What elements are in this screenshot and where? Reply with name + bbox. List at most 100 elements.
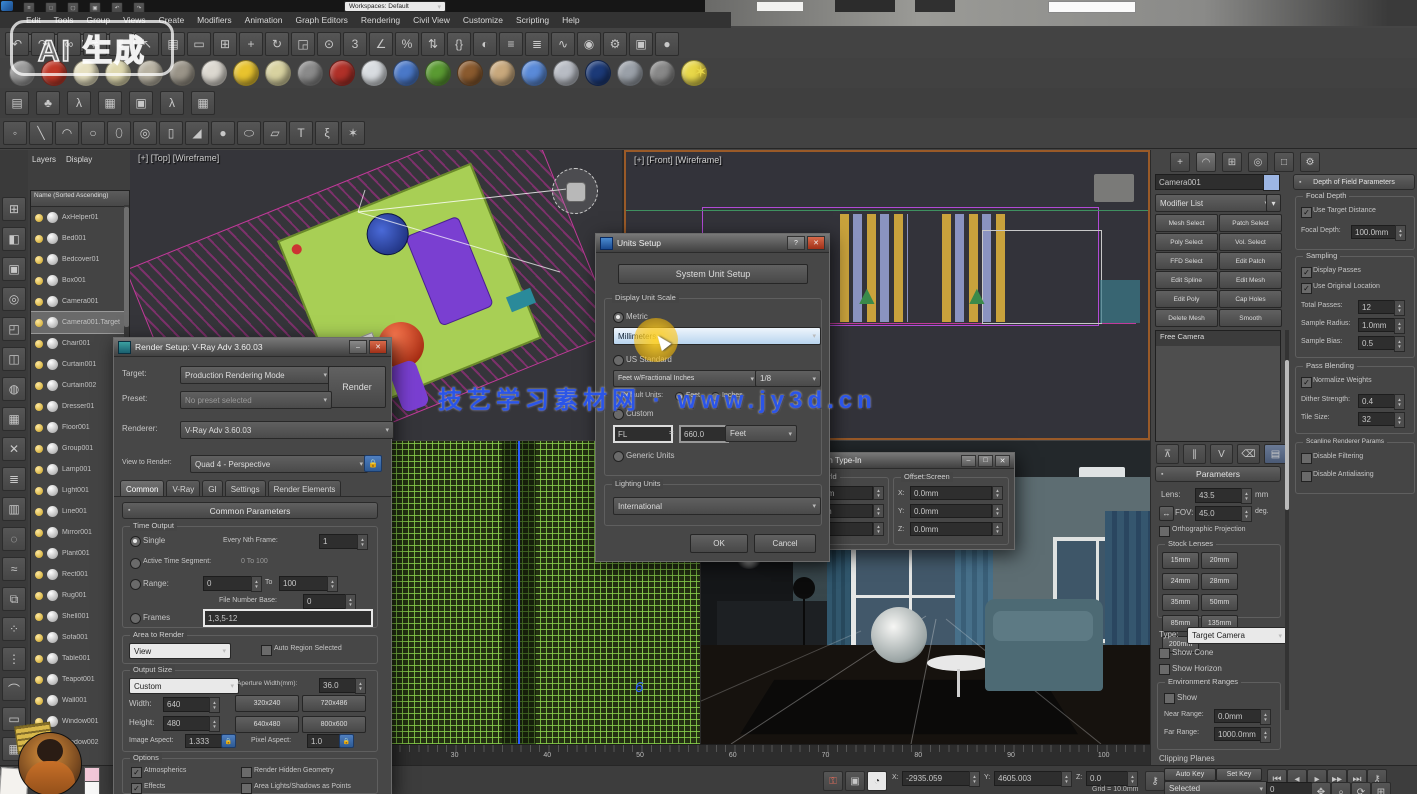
render-button[interactable]: Render — [328, 366, 386, 408]
lighting-units-dropdown[interactable]: International — [613, 497, 821, 515]
every-nth-spinner[interactable] — [357, 534, 368, 550]
visibility-bulb-icon[interactable] — [35, 571, 43, 579]
units-setup-titlebar[interactable]: Units Setup ? ✕ — [596, 234, 829, 253]
axis-spinner[interactable] — [873, 522, 884, 536]
orbit-icon[interactable]: ◎ — [2, 287, 26, 311]
range-from-field[interactable]: 0 — [203, 576, 257, 591]
file-base-field[interactable]: 0 — [303, 594, 351, 609]
spacing-icon[interactable]: ⋮ — [2, 647, 26, 671]
render-setup-icon[interactable]: ⚙ — [603, 32, 627, 56]
visibility-bulb-icon[interactable] — [35, 361, 43, 369]
far-range-field[interactable]: 1000.0mm — [1214, 727, 1266, 741]
visibility-bulb-icon[interactable] — [35, 340, 43, 348]
list-item[interactable]: Bedcover01 — [31, 249, 129, 270]
generic-units-radio[interactable] — [613, 451, 624, 462]
pixel-aspect-lock-icon[interactable]: 🔒 — [339, 734, 354, 748]
units-close-button[interactable]: ✕ — [807, 236, 825, 250]
render-hidden-checkbox[interactable] — [241, 767, 252, 778]
menu-item[interactable]: Modifiers — [197, 13, 231, 27]
layers-icon[interactable]: ≣ — [2, 467, 26, 491]
height-field[interactable]: 480 — [163, 716, 215, 731]
rain-icon[interactable] — [297, 60, 323, 86]
tube-icon[interactable]: ◎ — [133, 121, 157, 145]
view-to-render-dropdown[interactable]: Quad 4 - Perspective — [190, 455, 368, 473]
workspace-dropdown[interactable]: Workspaces: Default — [344, 1, 446, 12]
close-button[interactable]: ✕ — [369, 340, 387, 354]
helix-icon[interactable]: ξ — [315, 121, 339, 145]
clone-icon[interactable]: ⧉ — [2, 587, 26, 611]
display-passes-checkbox[interactable] — [1301, 267, 1312, 278]
rectangular-region-icon[interactable]: ▭ — [187, 32, 211, 56]
explorer-tab[interactable]: Layers — [32, 153, 56, 166]
fov-field[interactable]: 45.0 — [1195, 506, 1247, 521]
effects-checkbox[interactable] — [131, 783, 142, 794]
spinner-snap-icon[interactable]: ⇅ — [421, 32, 445, 56]
size-preset-button[interactable]: 800x600 — [302, 716, 366, 733]
wedge-icon[interactable]: ◢ — [185, 121, 209, 145]
visibility-bulb-icon[interactable] — [35, 655, 43, 663]
visibility-bulb-icon[interactable] — [35, 424, 43, 432]
use-original-location-checkbox[interactable] — [1301, 283, 1312, 294]
tree-icon[interactable]: ♣ — [36, 91, 60, 115]
visibility-bulb-icon[interactable] — [35, 256, 43, 264]
y-spinner[interactable] — [1061, 771, 1072, 787]
render-setup-tab[interactable]: Render Elements — [268, 480, 342, 497]
ringed-sphere-icon[interactable] — [265, 60, 291, 86]
single-radio[interactable] — [130, 536, 141, 547]
shaded-icon[interactable]: ◍ — [2, 377, 26, 401]
viewport-front-label[interactable]: [+] [Front] [Wireframe] — [634, 155, 722, 165]
modifier-button[interactable]: Smooth — [1219, 309, 1282, 327]
crossing-icon[interactable]: ⊞ — [213, 32, 237, 56]
modifier-button[interactable]: Poly Select — [1155, 233, 1218, 251]
visibility-bulb-icon[interactable] — [35, 508, 43, 516]
metric-radio[interactable] — [613, 312, 624, 323]
display-floater-icon[interactable]: ▥ — [2, 497, 26, 521]
auto-region-checkbox[interactable] — [261, 645, 272, 656]
titlebar-search-box[interactable] — [1048, 1, 1136, 13]
array-icon[interactable]: ⁘ — [2, 617, 26, 641]
remove-modifier-icon[interactable]: ⌫ — [1237, 444, 1260, 464]
select-and-scale-icon[interactable]: ◲ — [291, 32, 315, 56]
visibility-bulb-icon[interactable] — [35, 214, 43, 222]
point-icon[interactable]: ◦ — [3, 121, 27, 145]
size-preset-button[interactable]: 720x486 — [302, 695, 366, 712]
fov-spinner[interactable] — [1241, 506, 1252, 522]
select-and-rotate-icon[interactable]: ↻ — [265, 32, 289, 56]
width-field[interactable]: 640 — [163, 697, 215, 712]
frames-radio[interactable] — [130, 613, 141, 624]
renderer-dropdown[interactable]: V-Ray Adv 3.60.03 — [180, 421, 394, 439]
show-cone-checkbox[interactable] — [1159, 648, 1170, 659]
cylinder-icon[interactable]: ⬯ — [107, 121, 131, 145]
menu-item[interactable]: Customize — [463, 13, 503, 27]
ring-icon[interactable] — [649, 60, 675, 86]
pan-view-icon[interactable]: ✥ — [1311, 782, 1331, 794]
height-spinner[interactable] — [209, 716, 220, 732]
aperture-spinner[interactable] — [355, 678, 366, 694]
far-range-spinner[interactable] — [1260, 727, 1271, 743]
modify-tab-icon[interactable]: ◠ — [1196, 152, 1216, 172]
box2-icon[interactable]: ▯ — [159, 121, 183, 145]
configure-modifier-icon[interactable]: ▤ — [1264, 444, 1287, 464]
percent-snap-icon[interactable]: % — [395, 32, 419, 56]
stock-lens-button[interactable]: 15mm — [1162, 552, 1199, 569]
x-coordinate-field[interactable]: -2935.059 — [902, 771, 976, 786]
lens-spinner[interactable] — [1241, 488, 1252, 504]
disable-antialiasing-checkbox[interactable] — [1301, 471, 1312, 482]
area-mode-dropdown[interactable]: View — [129, 643, 231, 659]
camera-type-dropdown[interactable]: Target Camera — [1187, 627, 1287, 644]
stock-lens-button[interactable]: 20mm — [1201, 552, 1238, 569]
object-name-field[interactable]: Camera001 — [1155, 174, 1267, 190]
y-coordinate-field[interactable]: 4605.003 — [994, 771, 1068, 786]
modifier-button[interactable]: FFD Select — [1155, 252, 1218, 270]
range-from-spinner[interactable] — [251, 576, 262, 592]
motion-tab-icon[interactable]: ◎ — [1248, 152, 1268, 172]
total-passes-spinner[interactable] — [1394, 300, 1405, 316]
common-parameters-rollout[interactable]: Common Parameters — [122, 502, 378, 519]
visibility-bulb-icon[interactable] — [35, 550, 43, 558]
measure-icon[interactable]: ⌒ — [2, 677, 26, 701]
frames-field[interactable]: 1,3,5-12 — [203, 609, 373, 627]
camera-gizmo[interactable] — [552, 168, 598, 214]
explorer-header[interactable]: Name (Sorted Ascending) — [31, 191, 129, 207]
select-and-move-icon[interactable]: + — [239, 32, 263, 56]
sun-icon[interactable] — [233, 60, 259, 86]
